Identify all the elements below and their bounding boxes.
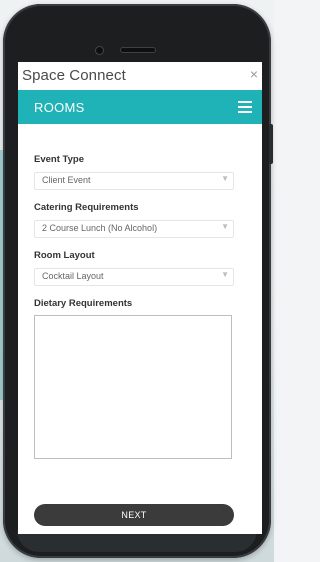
event-type-label: Event Type bbox=[34, 154, 84, 165]
phone-frame: Space Connect × ROOMS Event Type Client … bbox=[3, 4, 273, 558]
chevron-down-icon: ▼ bbox=[221, 270, 229, 279]
room-layout-select[interactable]: Cocktail Layout ▼ bbox=[34, 268, 234, 286]
chevron-down-icon: ▼ bbox=[221, 222, 229, 231]
room-layout-label: Room Layout bbox=[34, 250, 95, 261]
close-icon[interactable]: × bbox=[246, 66, 262, 82]
catering-select[interactable]: 2 Course Lunch (No Alcohol) ▼ bbox=[34, 220, 234, 238]
phone-speaker bbox=[121, 48, 155, 52]
room-layout-value: Cocktail Layout bbox=[42, 271, 104, 281]
hamburger-menu-icon[interactable] bbox=[238, 101, 252, 113]
chevron-down-icon: ▼ bbox=[221, 174, 229, 183]
rooms-header: ROOMS bbox=[18, 90, 262, 124]
next-button[interactable]: NEXT bbox=[34, 504, 234, 526]
catering-value: 2 Course Lunch (No Alcohol) bbox=[42, 223, 158, 233]
header-title: ROOMS bbox=[34, 100, 85, 115]
title-bar: Space Connect × bbox=[18, 62, 262, 90]
dietary-textarea[interactable] bbox=[34, 315, 232, 459]
catering-label: Catering Requirements bbox=[34, 202, 139, 213]
dietary-label: Dietary Requirements bbox=[34, 298, 133, 309]
app-screen: Space Connect × ROOMS Event Type Client … bbox=[18, 62, 262, 534]
event-type-select[interactable]: Client Event ▼ bbox=[34, 172, 234, 190]
front-camera bbox=[96, 47, 103, 54]
booking-form: Event Type Client Event ▼ Catering Requi… bbox=[18, 154, 262, 459]
phone-side-button bbox=[269, 124, 273, 164]
app-title: Space Connect bbox=[22, 67, 126, 84]
event-type-value: Client Event bbox=[42, 175, 91, 185]
